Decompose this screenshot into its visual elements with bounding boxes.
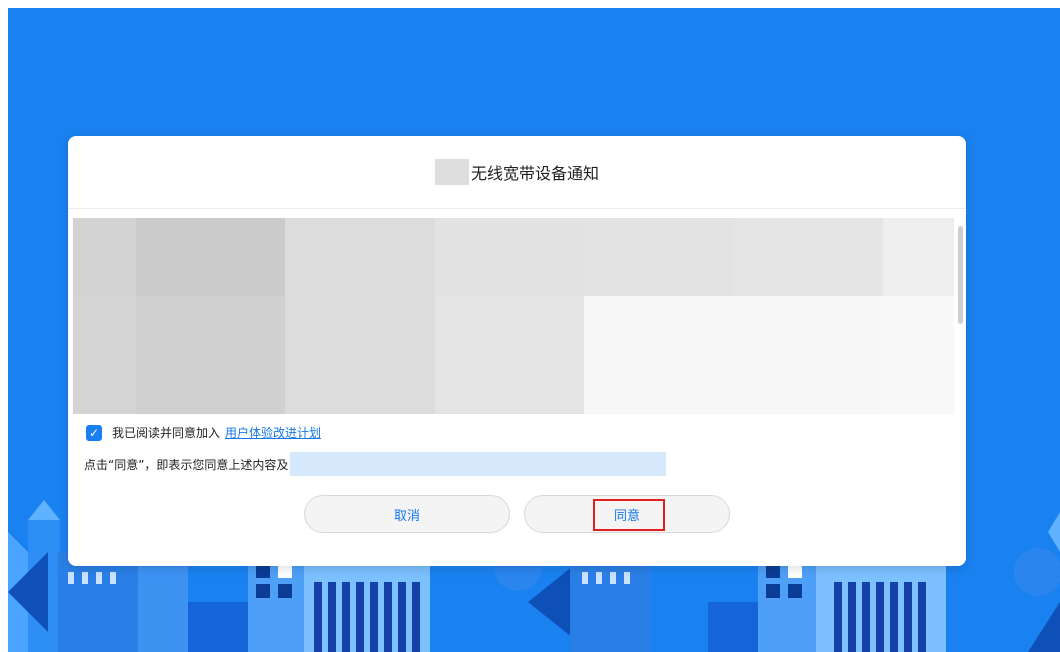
content-scrollbar[interactable]: [958, 226, 963, 324]
redacted-block: [883, 296, 954, 414]
agree-checkbox[interactable]: ✓: [86, 424, 102, 441]
brand-logo-placeholder: [434, 159, 469, 185]
redacted-block: [584, 296, 734, 414]
checkmark-icon: ✓: [88, 425, 100, 440]
notice-text: 点击“同意”，即表示您同意上述内容及: [84, 457, 289, 472]
redacted-block: [73, 218, 136, 296]
cancel-button[interactable]: 取消: [304, 495, 510, 533]
redacted-block: [285, 296, 435, 414]
experience-plan-link[interactable]: 用户体验改进计划: [225, 424, 321, 441]
dialog-title: 无线宽带设备通知: [470, 164, 599, 183]
redacted-block: [883, 218, 954, 296]
notice-row: 点击“同意”，即表示您同意上述内容及: [84, 452, 667, 476]
redacted-block: [584, 218, 734, 296]
redacted-block: [136, 296, 285, 414]
redacted-block: [435, 296, 584, 414]
redacted-block: [734, 218, 883, 296]
redacted-block: [734, 296, 883, 414]
redacted-links-placeholder: [290, 452, 667, 476]
redacted-block: [73, 296, 136, 414]
redacted-block: [285, 218, 435, 296]
redacted-block: [435, 218, 584, 296]
redacted-block: [136, 218, 285, 296]
dialog-header: 无线宽带设备通知: [68, 136, 966, 209]
device-notice-dialog: 无线宽带设备通知 ✓ 我已阅读并同意加入 用户体验改进计划 点击“同意”，即表示…: [68, 136, 966, 566]
agree-text: 我已阅读并同意加入: [112, 426, 221, 440]
agree-row: ✓ 我已阅读并同意加入 用户体验改进计划: [86, 424, 321, 441]
highlight-box: [593, 499, 665, 531]
notice-content-area: [73, 218, 954, 414]
